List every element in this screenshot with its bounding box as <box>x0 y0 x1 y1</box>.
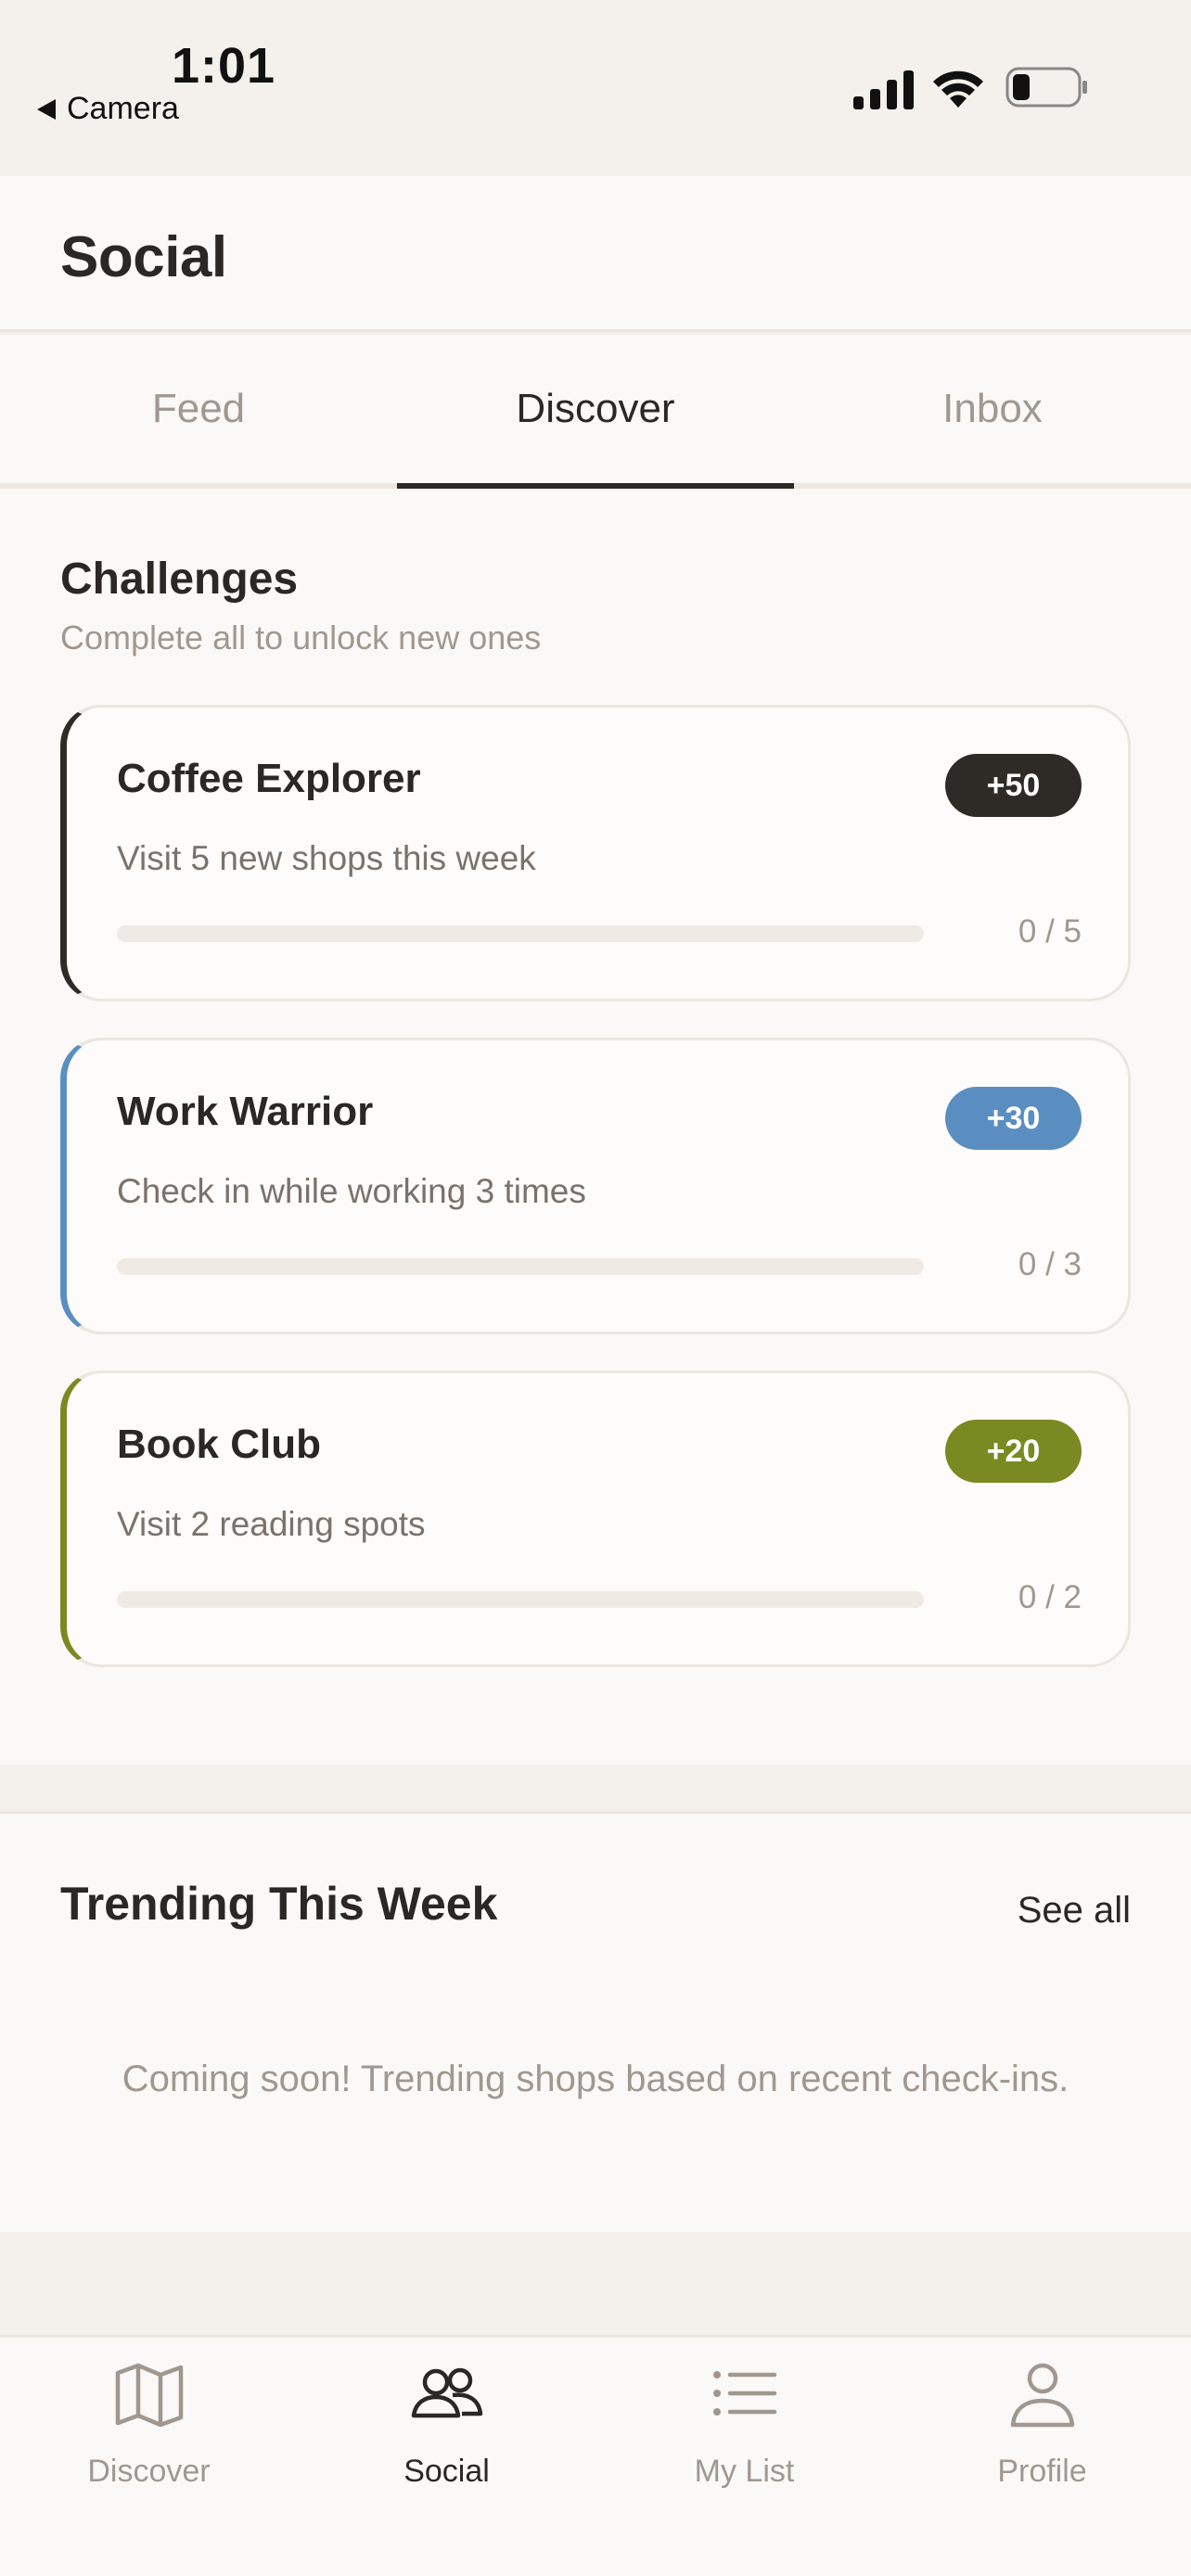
challenge-title: Book Club <box>117 1422 321 1467</box>
nav-label: Social <box>403 2454 490 2489</box>
nav-social[interactable]: Social <box>298 2338 596 2523</box>
challenges-title: Challenges <box>60 555 299 604</box>
challenge-description: Visit 5 new shops this week <box>117 839 536 877</box>
page-header: Social <box>0 176 1191 332</box>
challenge-description: Check in while working 3 times <box>117 1172 586 1210</box>
back-triangle-icon <box>37 98 56 120</box>
challenge-card[interactable]: Book Club +20 Visit 2 reading spots 0 / … <box>60 1371 1131 1667</box>
tab-bar: Feed Discover Inbox <box>0 335 1191 489</box>
map-icon <box>115 2363 183 2428</box>
trending-section: Trending This Week See all Coming soon! … <box>0 1811 1191 2232</box>
back-to-app-button[interactable]: Camera <box>37 91 179 127</box>
bottom-tab-bar: Discover Social My List Profile <box>0 2335 1191 2576</box>
nav-discover[interactable]: Discover <box>0 2338 298 2523</box>
nav-label: My List <box>694 2454 795 2489</box>
challenge-progress-bar <box>117 925 924 942</box>
status-time: 1:01 <box>172 38 276 94</box>
list-icon <box>712 2371 776 2416</box>
challenge-progress-text: 0 / 2 <box>1018 1579 1082 1615</box>
nav-profile[interactable]: Profile <box>893 2338 1191 2523</box>
person-icon <box>1010 2363 1074 2428</box>
challenges-subtitle: Complete all to unlock new ones <box>60 618 542 657</box>
challenge-title: Work Warrior <box>117 1089 374 1134</box>
points-badge: +20 <box>945 1420 1082 1483</box>
challenge-title: Coffee Explorer <box>117 756 421 801</box>
battery-icon <box>1005 67 1087 108</box>
wifi-icon <box>933 70 983 108</box>
nav-label: Profile <box>997 2454 1087 2489</box>
cellular-signal-icon <box>853 70 914 109</box>
people-icon <box>411 2367 482 2418</box>
challenge-progress-text: 0 / 5 <box>1018 913 1082 950</box>
points-badge: +50 <box>945 754 1082 817</box>
challenge-progress-bar <box>117 1258 924 1275</box>
points-badge: +30 <box>945 1087 1082 1150</box>
nav-label: Discover <box>87 2454 211 2489</box>
challenge-progress-bar <box>117 1591 924 1608</box>
trending-title: Trending This Week <box>60 1878 498 1930</box>
see-all-link[interactable]: See all <box>1018 1890 1131 1932</box>
challenge-card[interactable]: Work Warrior +30 Check in while working … <box>60 1038 1131 1334</box>
challenges-section: Challenges Complete all to unlock new on… <box>0 489 1191 1765</box>
challenge-progress-text: 0 / 3 <box>1018 1246 1082 1282</box>
challenge-card[interactable]: Coffee Explorer +50 Visit 5 new shops th… <box>60 705 1131 1001</box>
page-title: Social <box>60 225 227 289</box>
back-app-label: Camera <box>67 91 179 126</box>
tab-feed[interactable]: Feed <box>0 335 397 483</box>
nav-my-list[interactable]: My List <box>596 2338 893 2523</box>
trending-empty-message: Coming soon! Trending shops based on rec… <box>122 2059 1069 2099</box>
challenge-description: Visit 2 reading spots <box>117 1505 426 1543</box>
status-bar: 1:01 Camera <box>0 0 1191 176</box>
tab-inbox[interactable]: Inbox <box>794 335 1191 483</box>
tab-discover[interactable]: Discover <box>397 335 794 489</box>
